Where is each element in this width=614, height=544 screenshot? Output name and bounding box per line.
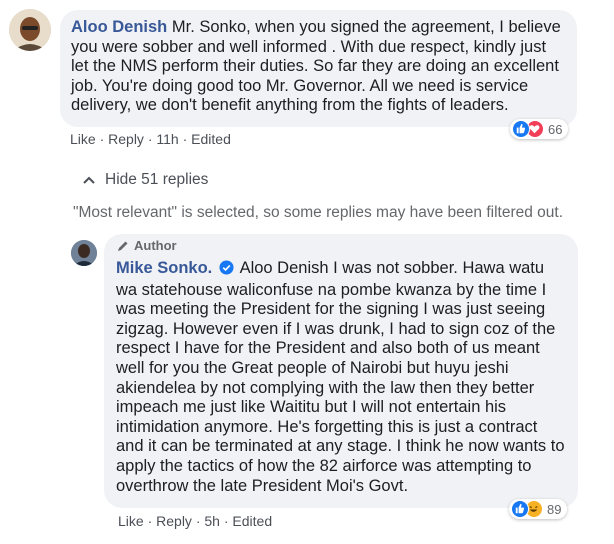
pencil-icon xyxy=(118,241,128,251)
timestamp[interactable]: 11h xyxy=(156,131,178,147)
timestamp[interactable]: 5h xyxy=(204,513,220,529)
reaction-count: 89 xyxy=(547,501,562,517)
reply-author-name[interactable]: Mike Sonko. xyxy=(116,259,212,277)
like-icon xyxy=(512,120,530,138)
reply-body: Mike Sonko. Aloo Denish I was not sobber… xyxy=(116,259,566,496)
reply-text: Aloo Denish I was not sobber. Hawa watu … xyxy=(116,259,565,495)
like-icon xyxy=(511,500,529,518)
separator: · xyxy=(147,131,153,147)
edited-label[interactable]: Edited xyxy=(232,513,272,529)
like-link[interactable]: Like xyxy=(70,131,96,147)
reply-link[interactable]: Reply xyxy=(108,131,144,147)
edited-label[interactable]: Edited xyxy=(191,131,231,147)
relevance-note: "Most relevant" is selected, so some rep… xyxy=(73,204,564,221)
author-badge: Author xyxy=(116,238,177,253)
verified-badge-icon xyxy=(219,260,234,281)
avatar[interactable] xyxy=(71,240,97,266)
like-link[interactable]: Like xyxy=(118,513,144,529)
reaction-count: 66 xyxy=(548,121,563,137)
hide-replies-button[interactable]: Hide 51 replies xyxy=(82,171,208,189)
separator: · xyxy=(195,513,201,529)
comment-author-name[interactable]: Aloo Denish xyxy=(71,18,167,36)
reply-actions: Like · Reply · 5h · Edited xyxy=(118,513,272,529)
comment-bubble: Aloo Denish Mr. Sonko, when you signed t… xyxy=(60,10,577,127)
separator: · xyxy=(147,513,153,529)
avatar[interactable] xyxy=(9,9,51,51)
reactions-summary[interactable]: 66 xyxy=(510,119,569,139)
reactions-summary[interactable]: 89 xyxy=(509,499,568,519)
separator: · xyxy=(99,131,105,147)
hide-replies-label[interactable]: Hide 51 replies xyxy=(105,171,208,189)
reply-bubble: Mike Sonko. Aloo Denish I was not sobber… xyxy=(104,234,578,508)
comment-body: Aloo Denish Mr. Sonko, when you signed t… xyxy=(71,18,565,116)
reply-link[interactable]: Reply xyxy=(156,513,192,529)
author-badge-label: Author xyxy=(134,238,177,253)
chevron-up-icon xyxy=(83,176,95,184)
separator: · xyxy=(182,131,188,147)
separator: · xyxy=(223,513,229,529)
comment-actions: Like · Reply · 11h · Edited xyxy=(70,131,231,147)
